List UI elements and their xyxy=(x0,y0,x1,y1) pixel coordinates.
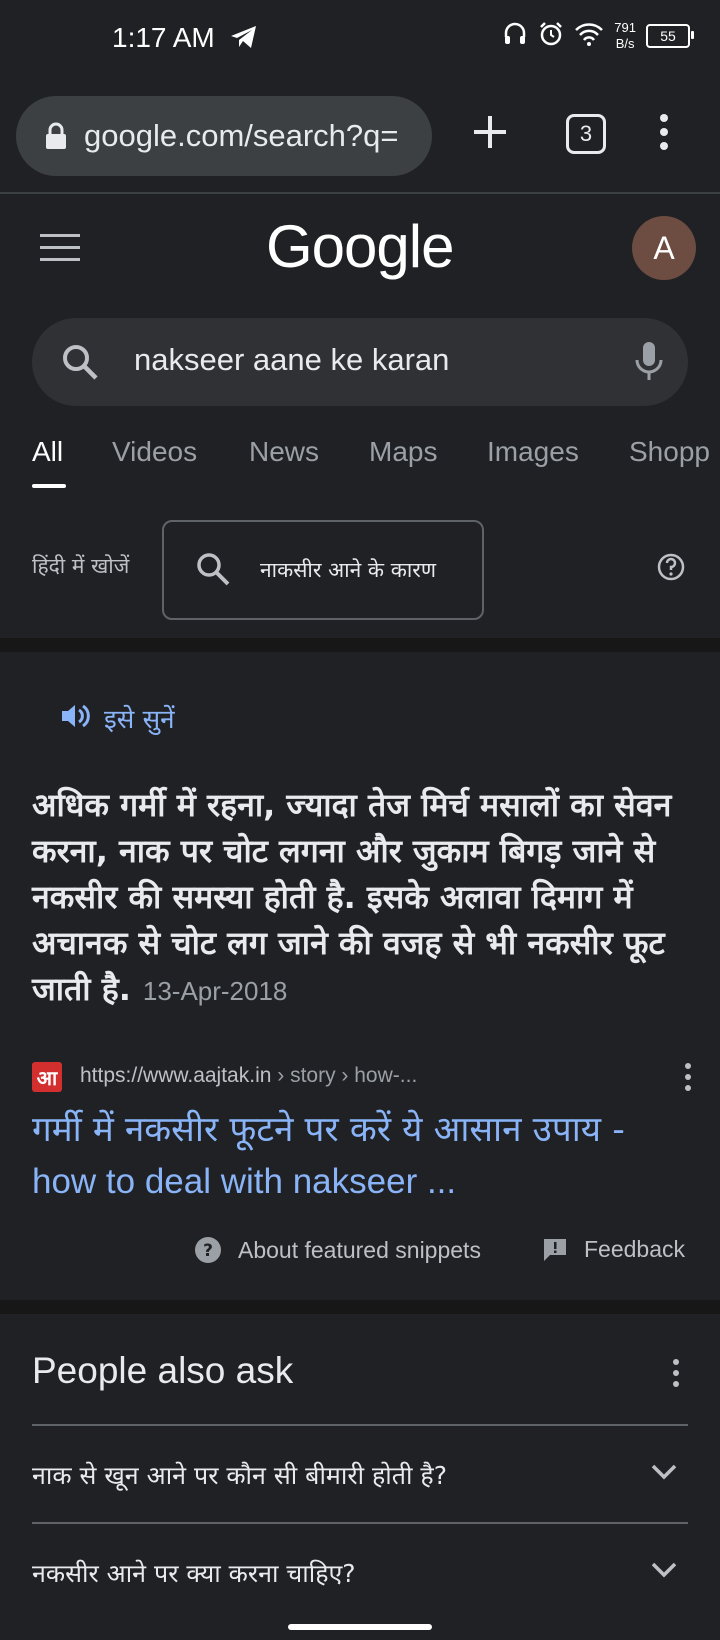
wifi-icon xyxy=(574,22,604,50)
google-header: Google A xyxy=(0,194,720,304)
headset-icon xyxy=(502,21,528,51)
tab-switcher-button[interactable]: 3 xyxy=(566,114,606,154)
hamburger-menu-icon[interactable] xyxy=(40,234,80,266)
section-separator xyxy=(0,638,720,652)
battery-level: 55 xyxy=(660,28,676,44)
listen-button[interactable]: इसे सुनें xyxy=(36,690,226,746)
browser-toolbar: google.com/search?q= 3 xyxy=(0,90,720,182)
active-tab-indicator xyxy=(32,484,66,488)
status-time: 1:17 AM xyxy=(112,22,215,53)
section-separator xyxy=(0,1300,720,1314)
hindi-search-label: हिंदी में खोजें xyxy=(32,554,130,578)
featured-snippet-text: अधिक गर्मी में रहना, ज्यादा तेज मिर्च मस… xyxy=(32,782,692,1014)
net-speed-value: 791 xyxy=(614,20,636,35)
hindi-search-query: नाकसीर आने के कारण xyxy=(260,558,437,582)
battery-icon: 55 xyxy=(646,24,694,48)
speaker-icon xyxy=(60,702,90,734)
lock-icon xyxy=(44,122,68,150)
feedback-button[interactable]: Feedback xyxy=(542,1236,685,1263)
listen-label: इसे सुनें xyxy=(104,705,175,735)
feedback-icon xyxy=(544,1238,566,1261)
account-avatar[interactable]: A xyxy=(632,216,696,280)
chevron-down-icon[interactable] xyxy=(650,1462,678,1486)
help-circle-icon: ? xyxy=(195,1237,221,1263)
tab-count: 3 xyxy=(579,121,593,146)
paa-question[interactable]: नाक से खून आने पर कौन सी बीमारी होती है? xyxy=(32,1458,447,1492)
search-box[interactable]: nakseer aane ke karan xyxy=(32,318,688,406)
search-tabs: All Videos News Maps Images Shopp xyxy=(0,436,720,496)
hindi-search-chip[interactable]: नाकसीर आने के कारण xyxy=(162,520,484,620)
tab-videos[interactable]: Videos xyxy=(112,436,197,468)
microphone-icon[interactable] xyxy=(634,340,664,386)
paa-question[interactable]: नकसीर आने पर क्या करना चाहिए? xyxy=(32,1556,356,1590)
result-source[interactable]: आ https://www.aajtak.in › story › how-..… xyxy=(32,1060,692,1096)
result-title-link[interactable]: गर्मी में नकसीर फूटने पर करें ये आसान उप… xyxy=(32,1104,692,1208)
hindi-search-row: हिंदी में खोजें नाकसीर आने के कारण xyxy=(0,520,720,620)
telegram-icon xyxy=(230,24,258,54)
about-featured-snippets[interactable]: ? About featured snippets xyxy=(194,1236,481,1264)
feedback-label: Feedback xyxy=(584,1236,686,1262)
net-speed: 791 B/s xyxy=(614,20,636,52)
browser-menu-icon[interactable] xyxy=(652,112,676,152)
paa-divider xyxy=(32,1522,688,1524)
help-icon[interactable] xyxy=(656,552,686,586)
chevron-down-icon[interactable] xyxy=(650,1560,678,1584)
avatar-letter: A xyxy=(653,229,675,266)
people-also-ask-title: People also ask xyxy=(32,1350,294,1391)
snippet-body: अधिक गर्मी में रहना, ज्यादा तेज मिर्च मस… xyxy=(32,786,672,1008)
search-icon xyxy=(194,550,232,592)
paa-options-icon[interactable] xyxy=(672,1358,680,1388)
alarm-icon xyxy=(538,21,564,51)
source-url: https://www.aajtak.in › story › how-... xyxy=(80,1064,417,1088)
svg-text:?: ? xyxy=(203,1241,213,1261)
tab-images[interactable]: Images xyxy=(487,436,579,468)
source-path: › story › how-... xyxy=(271,1064,418,1087)
snippet-footer: ? About featured snippets Feedback xyxy=(0,1234,720,1274)
status-icons: 791 B/s 55 xyxy=(502,20,694,52)
source-domain: https://www.aajtak.in xyxy=(80,1064,272,1087)
result-title-english: how to deal with nakseer ... xyxy=(32,1162,457,1201)
about-label: About featured snippets xyxy=(238,1236,481,1263)
home-indicator[interactable] xyxy=(288,1624,432,1630)
tab-maps[interactable]: Maps xyxy=(369,436,437,468)
search-input[interactable]: nakseer aane ke karan xyxy=(134,342,449,378)
status-bar: 1:17 AM 791 B/s 55 xyxy=(0,0,720,80)
search-icon[interactable] xyxy=(60,342,100,386)
snippet-date: 13-Apr-2018 xyxy=(142,976,288,1006)
url-bar[interactable]: google.com/search?q= xyxy=(16,96,432,176)
tab-all[interactable]: All xyxy=(32,436,63,468)
aajtak-favicon: आ xyxy=(32,1062,62,1092)
tab-shopping[interactable]: Shopp xyxy=(629,436,710,468)
result-title-hindi: गर्मी में नकसीर फूटने पर करें ये आसान उप… xyxy=(32,1110,625,1150)
net-speed-unit: B/s xyxy=(615,36,635,51)
result-options-icon[interactable] xyxy=(684,1062,692,1092)
paa-divider xyxy=(32,1424,688,1426)
tab-news[interactable]: News xyxy=(249,436,319,468)
new-tab-button[interactable] xyxy=(470,112,510,152)
url-text: google.com/search?q= xyxy=(84,118,399,153)
google-logo[interactable]: Google xyxy=(266,212,454,281)
